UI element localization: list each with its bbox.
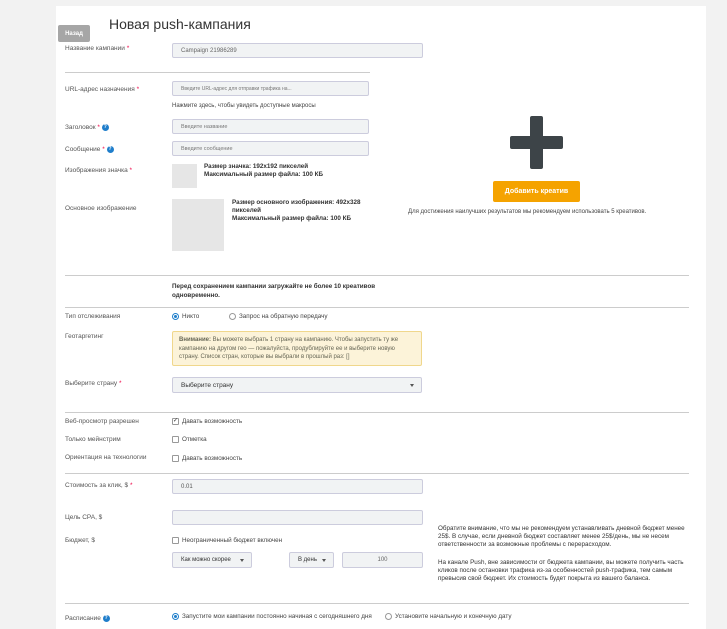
- macros-link[interactable]: Нажмите здесь, чтобы увидеть доступные м…: [172, 103, 316, 109]
- geo-warning: Внимание: Вы можете выбрать 1 страну на …: [172, 331, 422, 366]
- headline-label: Заголовок * ?: [65, 124, 109, 132]
- cpa-label: Цель CPA, $: [65, 514, 103, 521]
- radio-selected-icon: [172, 613, 179, 620]
- tech-label: Ориентация на технологии: [65, 454, 147, 461]
- webview-label: Веб-просмотр разрешен: [65, 418, 139, 425]
- budget-label: Бюджет, $: [65, 537, 96, 544]
- schedule-option-dates[interactable]: Установите начальную и конечную дату: [385, 613, 512, 620]
- budget-speed-select[interactable]: Как можно скорее: [172, 552, 252, 568]
- icon-image-label: Изображения значка *: [65, 167, 133, 174]
- cpc-input[interactable]: 0.01: [172, 479, 423, 494]
- main-max-size: Максимальный размер файла: 100 КБ: [232, 215, 352, 222]
- radio-icon: [229, 313, 236, 320]
- budget-note-push: На канале Push, вне зависимости от бюдже…: [438, 559, 684, 582]
- tech-checkbox[interactable]: Давать возможность: [172, 455, 242, 462]
- budget-period-select[interactable]: В день: [289, 552, 334, 568]
- unlimited-budget-checkbox[interactable]: Неограниченный бюджет включен: [172, 537, 282, 544]
- tracking-label: Тип отслеживания: [65, 313, 121, 320]
- creative-recommendation: Для достижения наилучших результатов мы …: [408, 209, 647, 215]
- help-icon[interactable]: ?: [101, 124, 109, 131]
- checkbox-icon: [172, 537, 179, 544]
- campaign-form-page: Назад Новая push-кампания Название кампа…: [56, 6, 706, 629]
- checkbox-icon: [172, 436, 179, 443]
- main-image-upload[interactable]: [172, 199, 224, 251]
- schedule-option-continuous[interactable]: Запустите мои кампании постоянно начиная…: [172, 613, 372, 620]
- webview-checkbox[interactable]: ✓ Давать возможность: [172, 418, 242, 425]
- add-creative-button[interactable]: Добавить креатив: [493, 181, 580, 202]
- icon-max-size: Максимальный размер файла: 100 КБ: [204, 171, 324, 178]
- back-button[interactable]: Назад: [58, 25, 90, 42]
- url-input[interactable]: Введите URL-адрес для отправки трафика н…: [172, 81, 369, 96]
- cpa-input[interactable]: [172, 510, 423, 525]
- divider: [65, 473, 689, 474]
- cpc-label: Стоимость за клик, $ *: [65, 482, 133, 489]
- country-label: Выберите страну *: [65, 380, 122, 387]
- radio-selected-icon: [172, 313, 179, 320]
- budget-amount-input[interactable]: 100: [342, 552, 423, 568]
- mainstream-label: Только мейнстрим: [65, 436, 121, 443]
- divider: [65, 307, 689, 308]
- message-label: Сообщение * ?: [65, 146, 114, 154]
- divider: [65, 275, 689, 276]
- help-icon[interactable]: ?: [106, 146, 114, 153]
- country-select[interactable]: Выберите страну: [172, 377, 422, 393]
- divider: [65, 72, 370, 73]
- divider: [65, 603, 689, 604]
- campaign-name-label: Название кампании *: [65, 45, 130, 52]
- schedule-label: Расписание ?: [65, 615, 110, 623]
- divider: [65, 412, 689, 413]
- message-input[interactable]: Введите сообщение: [172, 141, 369, 156]
- checkmark-icon: ✓: [172, 418, 179, 425]
- mainstream-checkbox[interactable]: Отметка: [172, 436, 207, 443]
- checkbox-icon: [172, 455, 179, 462]
- main-size-text: Размер основного изображения: 492x328 пи…: [232, 199, 361, 214]
- chevron-down-icon: [410, 383, 414, 387]
- upload-note: Перед сохранением кампании загружайте не…: [172, 283, 376, 299]
- radio-icon: [385, 613, 392, 620]
- page-title: Новая push-кампания: [109, 16, 251, 32]
- icon-image-upload[interactable]: [172, 164, 197, 188]
- geo-label: Геотаргетинг: [65, 333, 104, 340]
- tracking-option-postback[interactable]: Запрос на обратную передачу: [229, 313, 328, 320]
- headline-input[interactable]: Введите название: [172, 119, 369, 134]
- chevron-down-icon: [240, 558, 244, 562]
- main-image-label: Основное изображение: [65, 205, 137, 212]
- tracking-option-none[interactable]: Никто: [172, 313, 199, 320]
- chevron-down-icon: [322, 558, 326, 562]
- icon-size-text: Размер значка: 192x192 пикселей: [204, 163, 309, 170]
- help-icon[interactable]: ?: [102, 615, 110, 622]
- campaign-name-input[interactable]: Campaign 21986289: [172, 43, 423, 58]
- budget-note-daily: Обратите внимание, что мы не рекомендуем…: [438, 525, 685, 548]
- plus-icon[interactable]: [510, 136, 563, 149]
- url-label: URL-адрес назначения *: [65, 86, 140, 93]
